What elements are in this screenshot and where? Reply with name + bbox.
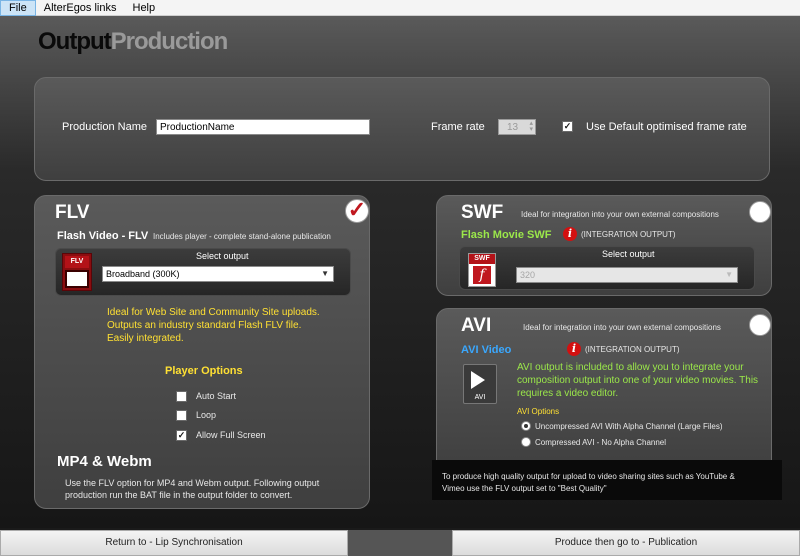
swf-output-select[interactable]: 320 ▼ [516,267,738,283]
menu-help[interactable]: Help [125,0,164,16]
mp4-webm-title: MP4 & Webm [57,453,152,470]
chevron-down-icon: ▼ [321,269,329,278]
allow-full-screen-label: Allow Full Screen [196,430,266,440]
flv-selected-check-icon[interactable]: ✓ [345,199,369,223]
play-icon [471,371,485,389]
avi-uncompressed-radio[interactable] [521,421,531,431]
flv-subtitle-note: Includes player - complete stand-alone p… [153,232,331,241]
avi-uncompressed-label: Uncompressed AVI With Alpha Channel (Lar… [535,422,723,431]
loop-label: Loop [196,410,217,420]
production-settings-panel: Production Name ProductionName Frame rat… [34,77,770,181]
page-title-output: Output [38,28,112,55]
avi-desc: Ideal for integration into your own exte… [523,323,721,332]
page-title-production: Production [110,28,229,55]
swf-desc: Ideal for integration into your own exte… [521,210,719,219]
avi-integration-output: (INTEGRATION OUTPUT) [585,345,680,354]
swf-panel: SWF Ideal for integration into your own … [436,195,772,296]
player-options-title: Player Options [165,365,243,377]
flv-desc-line3: Easily integrated. [107,333,184,344]
menu-file[interactable]: File [0,0,36,16]
quality-note: To produce high quality output for uploa… [432,460,782,500]
produce-publication-button[interactable]: Produce then go to - Publication [452,530,800,556]
main-area: OutputProduction Production Name Product… [0,16,800,528]
flash-icon: f [473,266,491,284]
return-lip-sync-button[interactable]: Return to - Lip Synchronisation [0,530,348,556]
avi-compressed-radio[interactable] [521,437,531,447]
loop-checkbox[interactable] [176,410,187,421]
spinner-arrows-icon: ▴ ▾ [529,120,533,133]
swf-info-icon[interactable]: i [563,227,577,241]
avi-select-radio[interactable] [749,314,771,336]
flv-select-output-label: Select output [196,251,249,261]
menu-alteregos-links[interactable]: AlterEgos links [36,0,125,16]
frame-rate-label: Frame rate [431,121,485,133]
avi-options-title: AVI Options [517,407,560,416]
flv-panel: FLV ✓ Flash Video - FLV Includes player … [34,195,370,509]
bottom-bar: Return to - Lip Synchronisation Produce … [0,528,800,556]
page-title: OutputProduction [38,28,229,56]
allow-full-screen-checkbox[interactable]: ✓ [176,430,187,441]
swf-select-output-label: Select output [602,249,655,259]
swf-output-select-value: 320 [520,270,536,280]
avi-subtitle: AVI Video [461,344,512,356]
mp4-webm-line1: Use the FLV option for MP4 and Webm outp… [65,478,320,488]
flv-icon-label: FLV [65,256,89,268]
avi-icon-label: AVI [474,394,486,401]
quality-note-line1: To produce high quality output for uploa… [442,472,735,481]
quality-note-line2: Vimeo use the FLV output set to "Best Qu… [442,484,607,493]
menu-bar: File AlterEgos links Help [0,0,800,16]
flv-title: FLV [55,202,90,223]
chevron-down-icon: ▼ [725,270,733,279]
flv-desc-line1: Ideal for Web Site and Community Site up… [107,307,320,318]
flv-file-icon: FLV [62,253,92,291]
flv-subtitle: Flash Video - FLV [57,230,149,242]
swf-output-box: SWF f Select output 320 ▼ [459,246,755,290]
avi-panel: AVI Ideal for integration into your own … [436,308,772,472]
avi-info-icon[interactable]: i [567,342,581,356]
frame-rate-spinner[interactable]: 13 ▴ ▾ [498,119,536,135]
auto-start-checkbox[interactable] [176,391,187,402]
frame-rate-value: 13 [507,122,519,133]
swf-subtitle: Flash Movie SWF [461,229,552,241]
production-name-label: Production Name [62,121,147,133]
flv-output-box: FLV Select output Broadband (300K) ▼ [55,248,351,296]
use-default-frame-rate-label: Use Default optimised frame rate [586,121,747,133]
avi-compressed-label: Compressed AVI - No Alpha Channel [535,438,667,447]
swf-file-icon: SWF f [468,253,496,287]
swf-integration-output: (INTEGRATION OUTPUT) [581,230,676,239]
swf-icon-label: SWF [469,254,495,264]
swf-title: SWF [461,202,504,223]
avi-info-line1: AVI output is included to allow you to i… [517,362,744,373]
avi-file-icon: AVI [463,364,497,404]
use-default-frame-rate-checkbox[interactable]: ✓ [562,121,573,132]
swf-select-radio[interactable] [749,201,771,223]
auto-start-label: Auto Start [196,391,237,401]
flv-output-select-value: Broadband (300K) [106,269,180,279]
flv-output-select[interactable]: Broadband (300K) ▼ [102,266,334,282]
bottom-bar-divider [348,530,452,556]
avi-info-line2: composition output into one of your vide… [517,375,759,386]
production-name-input[interactable]: ProductionName [156,119,370,135]
avi-title: AVI [461,315,492,336]
mp4-webm-line2: production run the BAT file in the outpu… [65,490,293,500]
flv-desc-line2: Outputs an industry standard Flash FLV f… [107,320,302,331]
avi-info-line3: requires a video editor. [517,388,619,399]
